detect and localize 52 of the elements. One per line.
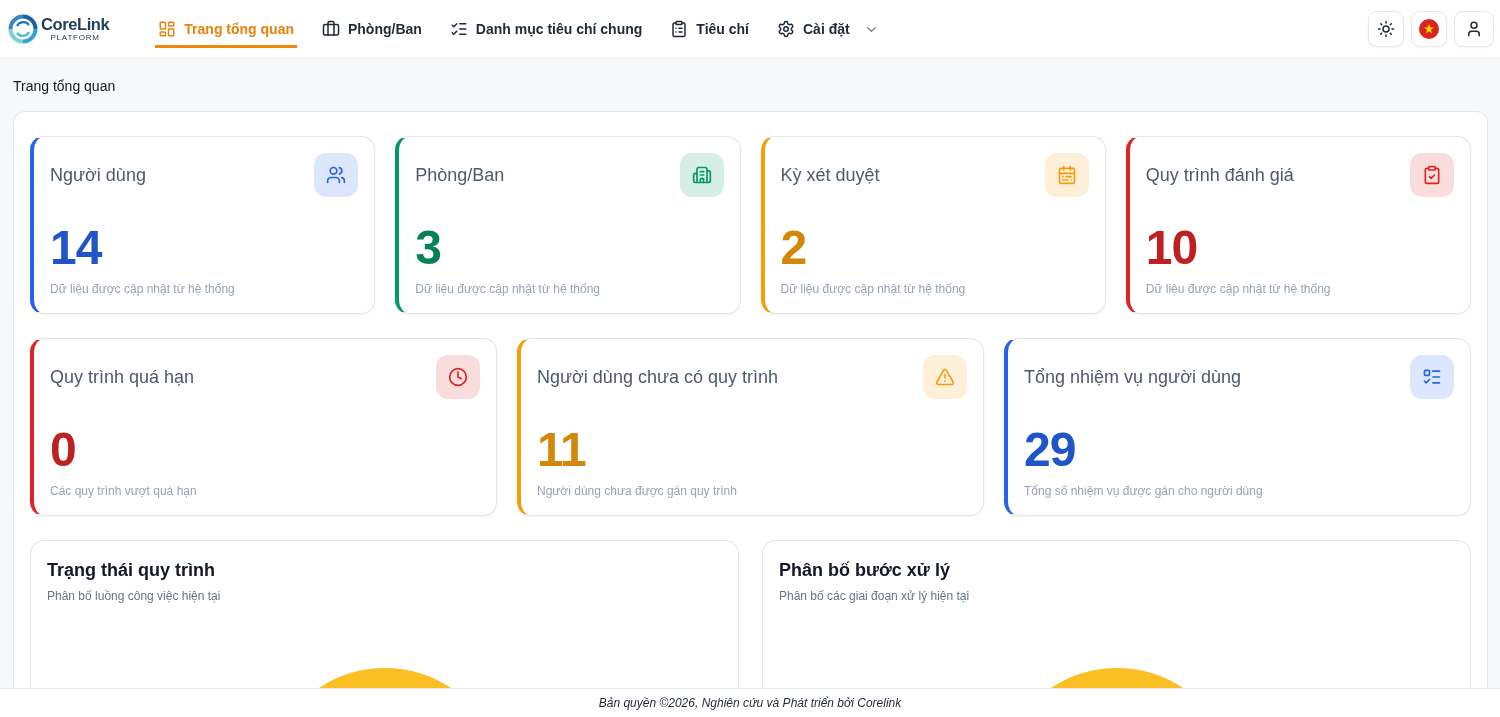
warning-icon: [923, 355, 967, 399]
clock-icon: [436, 355, 480, 399]
stat-value: 29: [1024, 426, 1076, 474]
sun-icon: [1377, 20, 1395, 38]
card-caption: Dữ liệu được cập nhật từ hệ thống: [415, 281, 600, 297]
clipboard-icon: [670, 20, 689, 38]
stat-value: 3: [415, 224, 441, 272]
building-icon: [679, 153, 724, 197]
nav-tab[interactable]: Phòng/Ban: [318, 10, 425, 48]
card-title: Người dùng chưa có quy trình: [537, 366, 779, 388]
card-title: Phòng/Ban: [415, 164, 505, 186]
language-button[interactable]: [1411, 11, 1447, 47]
card-title: Người dùng: [50, 164, 146, 186]
card-title: Quy trình quá hạn: [50, 366, 195, 388]
briefcase-icon: [321, 20, 340, 38]
nav-tab[interactable]: Danh mục tiêu chí chung: [446, 10, 646, 48]
breadcrumb: Trang tổng quan: [13, 78, 116, 94]
stat-value: 0: [50, 426, 76, 474]
theme-toggle-button[interactable]: [1368, 11, 1404, 47]
chart-subtitle: Phân bố các giai đoạn xử lý hiện tại: [779, 588, 970, 604]
card-caption: Dữ liệu được cập nhật từ hệ thống: [1145, 281, 1331, 297]
card-title: Tổng nhiệm vụ người dùng: [1024, 366, 1241, 388]
stat-value: 11: [537, 426, 586, 474]
checklist-icon: [1410, 355, 1454, 399]
settings-icon: [777, 20, 795, 38]
card-caption: Dữ liệu được cập nhật từ hệ thống: [780, 281, 966, 297]
flag-icon: [1419, 19, 1439, 39]
card-caption: Các quy trình vượt quá hạn: [50, 483, 197, 499]
card-title: Quy trình đánh giá: [1145, 164, 1294, 186]
checklist-icon: [449, 20, 468, 38]
user-icon: [1465, 20, 1483, 38]
chart-title: Trạng thái quy trình: [47, 559, 215, 581]
users-icon: [314, 153, 359, 197]
card-caption: Dữ liệu được cập nhật từ hệ thống: [50, 281, 235, 297]
brand-name: CoreLink: [41, 16, 110, 33]
stat-value: 10: [1145, 224, 1198, 272]
chart-title: Phân bố bước xử lý: [779, 559, 950, 581]
card-caption: Tổng số nhiệm vụ được gán cho người dùng: [1024, 483, 1263, 499]
dashboard-icon: [158, 20, 177, 38]
copyright-text: Bản quyền ©2026, Nghiên cứu và Phát triển bởi Corelink: [598, 696, 902, 710]
card-title: Kỳ xét duyệt: [780, 164, 880, 186]
ring-logo-icon: [8, 14, 38, 44]
stat-value: 2: [780, 224, 807, 272]
nav-tab[interactable]: Cài đặt: [774, 10, 882, 48]
nav-tab[interactable]: Tiêu chí: [667, 10, 752, 48]
account-button[interactable]: [1454, 11, 1494, 47]
card-caption: Người dùng chưa được gán quy trình: [537, 483, 737, 499]
stat-value: 14: [50, 224, 102, 272]
chart-subtitle: Phân bố luồng công việc hiện tại: [47, 588, 221, 604]
clipboard-check-icon: [1410, 153, 1454, 197]
brand-tagline: PLATFORM: [50, 33, 100, 42]
calendar-icon: [1044, 153, 1089, 197]
